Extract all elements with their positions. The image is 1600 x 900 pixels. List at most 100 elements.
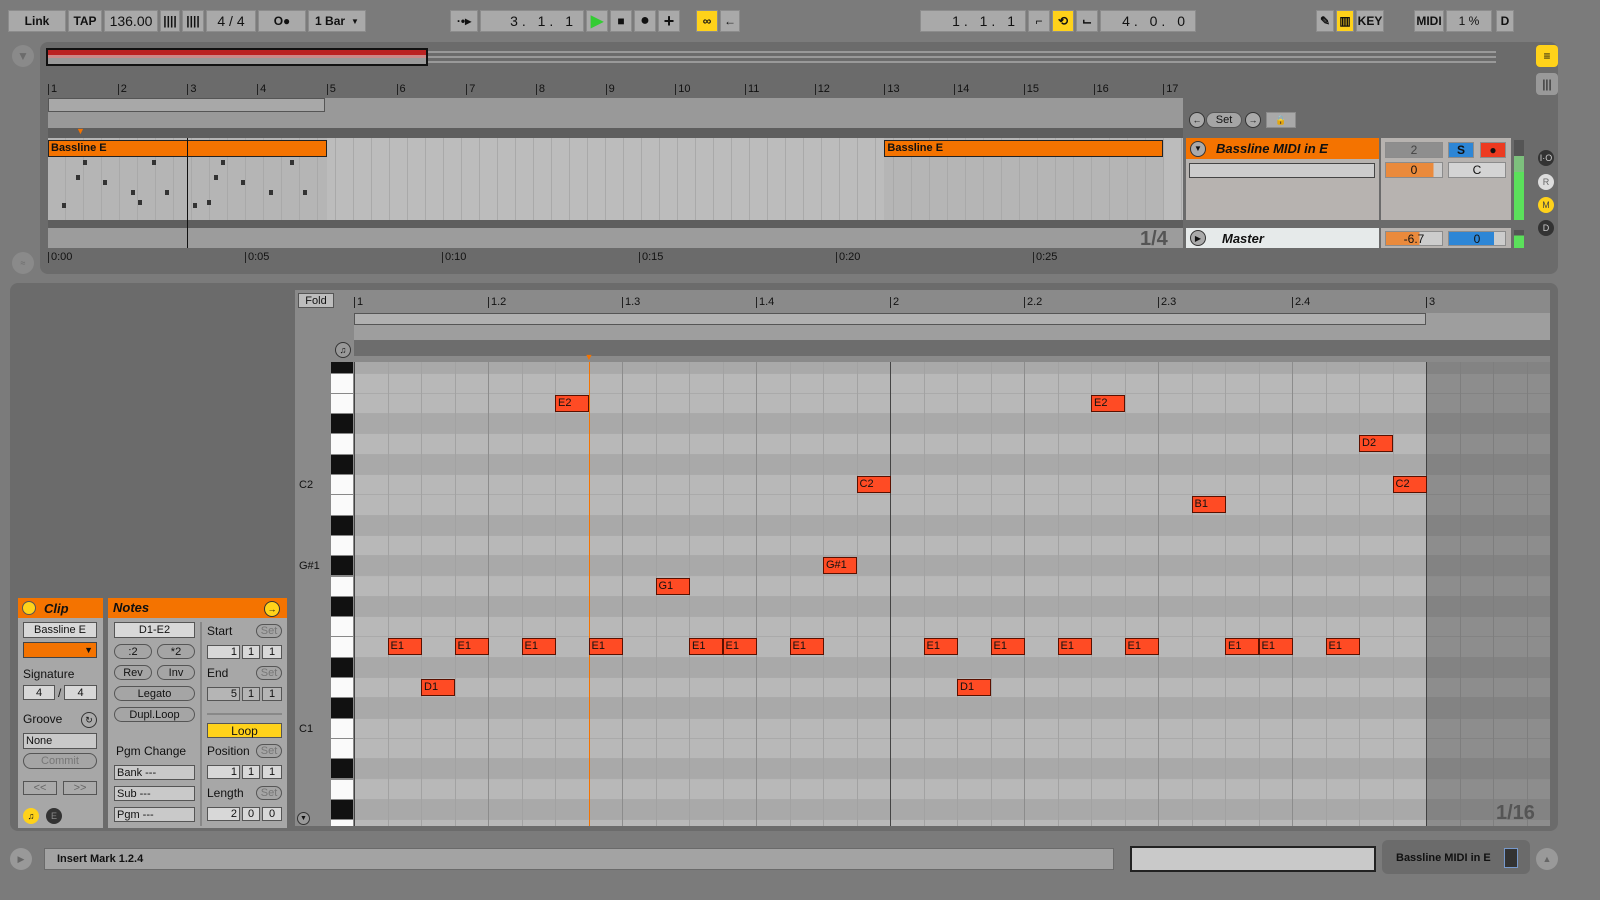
piano-key[interactable]	[331, 475, 353, 496]
clip-overview[interactable]	[1130, 846, 1376, 872]
back-to-arrangement-button[interactable]: ←	[720, 10, 740, 32]
expand-master-icon[interactable]: ▶	[1190, 230, 1206, 246]
automation-toggle-icon[interactable]: ≈	[12, 252, 34, 274]
start-set-button[interactable]: Set	[256, 624, 282, 638]
midi-note[interactable]: E1	[1057, 638, 1092, 656]
piano-key[interactable]	[331, 373, 353, 394]
invert-button[interactable]: Inv	[157, 665, 195, 680]
arrangement-view-button[interactable]: ≡	[1536, 45, 1558, 67]
piano-key[interactable]	[331, 698, 353, 719]
sub-bank-field[interactable]: Sub ---	[114, 786, 195, 801]
scroll-preview-icon[interactable]: ♫	[335, 342, 351, 358]
tap-button[interactable]: TAP	[68, 10, 102, 32]
piano-key[interactable]	[331, 414, 353, 435]
delay-toggle[interactable]: D	[1538, 220, 1554, 236]
legato-button[interactable]: Legato	[114, 686, 195, 701]
loop-length-field[interactable]: 4. 0. 0	[1100, 10, 1196, 32]
piano-key[interactable]	[331, 617, 353, 638]
midi-note[interactable]: E1	[588, 638, 623, 656]
nudge-down-button[interactable]: ||||	[160, 10, 180, 32]
midi-note[interactable]: G#1	[823, 557, 857, 575]
midi-note[interactable]: C2	[1392, 476, 1427, 493]
bank-field[interactable]: Bank ---	[114, 765, 195, 780]
master-track-lane[interactable]	[48, 228, 1183, 248]
overview-toggle-icon[interactable]: ▼	[12, 45, 34, 67]
arrangement-bar-ruler[interactable]: 1 2 3 4 5 6 7 8 9 10 11 12 13 14 15 16 17	[48, 82, 1183, 98]
metronome-button[interactable]: O●	[258, 10, 306, 32]
arrangement-clip[interactable]: Bassline E	[884, 140, 1164, 157]
program-field[interactable]: Pgm ---	[114, 807, 195, 822]
clip-color-dropdown[interactable]: ▼	[23, 642, 97, 658]
set-locator-button[interactable]: Set	[1206, 112, 1242, 128]
midi-track-lane[interactable]: Bassline E Bassline E	[48, 138, 1183, 220]
midi-note[interactable]: E1	[689, 638, 723, 656]
piano-key[interactable]	[331, 820, 353, 826]
signature-numerator-field[interactable]: 4	[23, 685, 55, 700]
groove-pool-button[interactable]: ↻	[81, 712, 97, 728]
midi-note[interactable]: D1	[957, 679, 991, 696]
piano-key[interactable]	[331, 799, 353, 821]
song-position-field[interactable]: 3. 1. 1	[480, 10, 584, 32]
midi-note[interactable]: E2	[1091, 394, 1125, 412]
piano-key[interactable]	[331, 657, 353, 678]
clip-name-field[interactable]: Bassline E	[23, 622, 97, 638]
stop-button[interactable]: ■	[610, 10, 632, 32]
halve-button[interactable]: :2	[114, 644, 152, 659]
lock-button[interactable]: 🔒	[1266, 112, 1296, 128]
midi-note[interactable]: B1	[1191, 496, 1226, 514]
start-beat-field[interactable]: 1	[242, 645, 260, 659]
show-detail-icon[interactable]: ▲	[1536, 848, 1558, 870]
start-sixteenth-field[interactable]: 1	[262, 645, 282, 659]
track-volume-field[interactable]: 0	[1385, 162, 1443, 178]
track-pan-field[interactable]: C	[1448, 162, 1506, 178]
overview-visible-region[interactable]	[46, 48, 428, 66]
loop-start-field[interactable]: 1. 1. 1	[920, 10, 1026, 32]
position-sixteenth-field[interactable]: 1	[262, 765, 282, 779]
midi-note[interactable]: E1	[722, 638, 757, 656]
position-beat-field[interactable]: 1	[242, 765, 260, 779]
returns-toggle[interactable]: R	[1538, 174, 1554, 190]
midi-note[interactable]: E1	[923, 638, 958, 656]
automation-arm-button[interactable]: ∞	[696, 10, 718, 32]
piano-key[interactable]	[331, 535, 353, 557]
end-bar-field[interactable]: 5	[207, 687, 240, 701]
start-bar-field[interactable]: 1	[207, 645, 240, 659]
clip-next-button[interactable]: >>	[63, 781, 97, 795]
piano-key[interactable]	[331, 779, 353, 800]
tempo-field[interactable]: 136.00	[104, 10, 158, 32]
fold-track-icon[interactable]: ▼	[1190, 140, 1206, 157]
midi-note[interactable]: E1	[789, 638, 824, 656]
position-bar-field[interactable]: 1	[207, 765, 240, 779]
nudge-up-button[interactable]: ||||	[182, 10, 204, 32]
note-grid[interactable]: E1 D1 E1 E1 E2 E1 G1 E1 E1 E1 G#1 C2 E1 D1 E1 E1 E2 E1 B1 E…	[354, 362, 1550, 826]
midi-note[interactable]: D2	[1359, 435, 1393, 453]
midi-note[interactable]: E1	[1325, 638, 1360, 656]
reverse-button[interactable]: Rev	[114, 665, 152, 680]
key-map-button[interactable]: KEY	[1356, 10, 1384, 32]
piano-key[interactable]	[331, 556, 353, 577]
arm-button[interactable]: ●	[1480, 142, 1506, 158]
arrangement-loop-brace[interactable]	[48, 98, 325, 112]
piano-key[interactable]	[331, 596, 353, 618]
midi-note[interactable]: E1	[990, 638, 1025, 656]
io-toggle[interactable]: I·O	[1538, 150, 1554, 166]
midi-note[interactable]: E1	[387, 638, 422, 656]
midi-loop-brace[interactable]	[354, 313, 1426, 325]
position-set-button[interactable]: Set	[256, 744, 282, 758]
midi-note[interactable]: C2	[856, 476, 891, 493]
record-button[interactable]: ●	[634, 10, 656, 32]
mixer-toggle[interactable]: M	[1538, 197, 1554, 213]
commit-button[interactable]: Commit	[23, 753, 97, 769]
piano-key[interactable]	[331, 434, 353, 455]
midi-note[interactable]: D1	[421, 679, 455, 696]
previous-locator-button[interactable]: ←	[1189, 112, 1205, 128]
link-button[interactable]: Link	[8, 10, 66, 32]
double-button[interactable]: *2	[157, 644, 195, 659]
follow-button[interactable]: ·•▸	[450, 10, 478, 32]
groove-chooser[interactable]: None	[23, 733, 97, 749]
time-signature-field[interactable]: 4 / 4	[206, 10, 256, 32]
length-beat-field[interactable]: 0	[242, 807, 260, 821]
overdub-button[interactable]: +	[658, 10, 680, 32]
piano-key[interactable]	[331, 454, 353, 475]
track-title-bar[interactable]: ▼ Bassline MIDI in E	[1186, 138, 1379, 159]
